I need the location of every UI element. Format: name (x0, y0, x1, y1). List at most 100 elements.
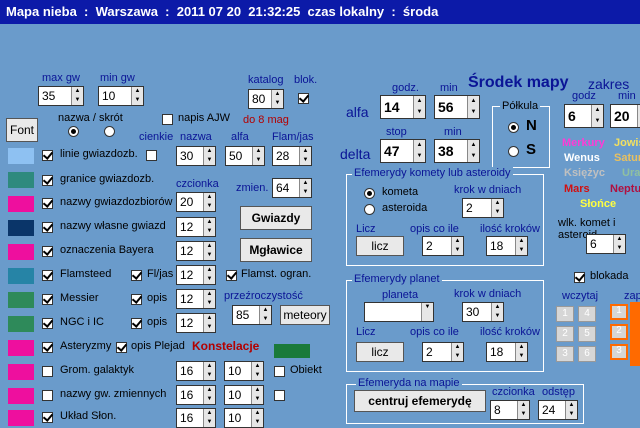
load-slot-5-button[interactable]: 5 (578, 326, 596, 342)
font-size-spinner[interactable]: 12 ▲ ▼ (176, 313, 216, 333)
fljas-checkbox[interactable] (131, 270, 142, 281)
load-slot-6-button[interactable]: 6 (578, 346, 596, 362)
planet-saturn[interactable]: Saturn (614, 152, 640, 164)
font-size-spinner[interactable]: 16 ▲ ▼ (176, 408, 216, 428)
delta-degrees-spinner[interactable]: 47 ▲ ▼ (380, 139, 426, 163)
load-slot-2-button[interactable]: 2 (556, 326, 574, 342)
planet-uran[interactable]: Uran (622, 167, 640, 179)
blokada-checkbox[interactable] (574, 272, 585, 283)
max-gw-spinner[interactable]: 35 ▲ ▼ (38, 86, 84, 106)
color-swatch[interactable] (8, 148, 34, 164)
color-swatch[interactable] (8, 172, 34, 188)
kometa-krok-spinner[interactable]: 2 ▲ ▼ (462, 198, 504, 218)
color-swatch[interactable] (8, 196, 34, 212)
polkula-n-radio[interactable] (508, 122, 519, 133)
cienkie-checkbox[interactable] (146, 150, 157, 161)
efem-odstep-spinner[interactable]: 24 ▲ ▼ (538, 400, 578, 420)
planety-opis-spinner[interactable]: 2 ▲ ▼ (422, 342, 464, 362)
licz-planety-button[interactable]: licz (356, 342, 404, 362)
planet-jowisz[interactable]: Jowisz (614, 137, 640, 149)
delta-minutes-spinner[interactable]: 38 ▲ ▼ (434, 139, 480, 163)
row-checkbox[interactable] (42, 366, 53, 377)
checkbox[interactable] (274, 390, 285, 401)
czcionka-spinner[interactable]: 20 ▲ ▼ (176, 192, 216, 212)
planet-ksiezyc[interactable]: Księżyc (564, 167, 605, 179)
planet-wenus[interactable]: Wenus (564, 152, 600, 164)
load-slot-3-button[interactable]: 3 (556, 346, 574, 362)
alfa-minutes-spinner[interactable]: 56 ▲ ▼ (434, 95, 480, 119)
row-checkbox[interactable] (42, 150, 53, 161)
licz-kometa-button[interactable]: licz (356, 236, 404, 256)
planet-merkury[interactable]: Merkury (562, 137, 605, 149)
color-swatch[interactable] (8, 410, 34, 426)
kometa-ilosc-spinner[interactable]: 18 ▲ ▼ (486, 236, 528, 256)
row-checkbox[interactable] (42, 318, 53, 329)
row-checkbox[interactable] (42, 246, 53, 257)
spinner[interactable]: 10 ▲ ▼ (224, 385, 264, 405)
kometa-radio[interactable] (364, 188, 375, 199)
opis-checkbox[interactable] (131, 294, 142, 305)
flamst-checkbox[interactable] (226, 270, 237, 281)
nazwa-radio[interactable] (68, 126, 79, 137)
zmien-spinner[interactable]: 64 ▲ ▼ (272, 178, 312, 198)
nazwa-spinner[interactable]: 30 ▲ ▼ (176, 146, 216, 166)
planety-ilosc-spinner[interactable]: 18 ▲ ▼ (486, 342, 528, 362)
opis-plejad-checkbox[interactable] (116, 342, 127, 353)
planety-krok-spinner[interactable]: 30 ▲ ▼ (462, 302, 504, 322)
color-swatch[interactable] (8, 388, 34, 404)
font-size-spinner[interactable]: 12 ▲ ▼ (176, 217, 216, 237)
meteory-button[interactable]: meteory (280, 305, 330, 325)
color-swatch[interactable] (8, 244, 34, 260)
planet-slonce[interactable]: Słońce (580, 198, 616, 210)
color-swatch[interactable] (8, 268, 34, 284)
polkula-s-radio[interactable] (508, 146, 519, 157)
alfa-spinner[interactable]: 50 ▲ ▼ (225, 146, 265, 166)
font-size-spinner[interactable]: 12 ▲ ▼ (176, 289, 216, 309)
gwiazdy-button[interactable]: Gwiazdy (240, 206, 312, 230)
save-slot-2-button[interactable]: 2 (610, 324, 628, 340)
asteroida-radio[interactable] (364, 204, 375, 215)
row-checkbox[interactable] (42, 412, 53, 423)
flam-spinner[interactable]: 28 ▲ ▼ (272, 146, 312, 166)
load-slot-1-button[interactable]: 1 (556, 306, 574, 322)
obiekt-checkbox[interactable] (274, 366, 285, 377)
font-size-spinner[interactable]: 12 ▲ ▼ (176, 241, 216, 261)
font-size-spinner[interactable]: 16 ▲ ▼ (176, 385, 216, 405)
row-checkbox[interactable] (42, 175, 53, 186)
font-button[interactable]: Font (6, 118, 38, 142)
row-checkbox[interactable] (42, 198, 53, 209)
font-size-spinner[interactable]: 12 ▲ ▼ (176, 265, 216, 285)
konstelacje-color-swatch[interactable] (274, 344, 310, 358)
wlk-komet-spinner[interactable]: 6 ▲ ▼ (586, 234, 626, 254)
row-checkbox[interactable] (42, 270, 53, 281)
katalog-spinner[interactable]: 80 ▲ ▼ (248, 89, 284, 109)
planet-mars[interactable]: Mars (564, 183, 590, 195)
przezr-spinner[interactable]: 85 ▲ ▼ (232, 305, 272, 325)
row-checkbox[interactable] (42, 294, 53, 305)
zakres-min-spinner[interactable]: 20▲▼ (610, 104, 640, 128)
zakres-godz-spinner[interactable]: 6 ▲ ▼ (564, 104, 604, 128)
row-checkbox[interactable] (42, 390, 53, 401)
row-checkbox[interactable] (42, 222, 53, 233)
blok-checkbox[interactable] (298, 93, 309, 104)
load-slot-4-button[interactable]: 4 (578, 306, 596, 322)
color-swatch[interactable] (8, 220, 34, 236)
mglawice-button[interactable]: Mgławice (240, 238, 312, 262)
kometa-opis-spinner[interactable]: 2 ▲ ▼ (422, 236, 464, 256)
save-slot-3-button[interactable]: 3 (610, 344, 628, 360)
spinner[interactable]: 10 ▲ ▼ (224, 408, 264, 428)
color-swatch[interactable] (8, 340, 34, 356)
napis-ajw-checkbox[interactable] (162, 114, 173, 125)
planet-neptun[interactable]: Neptun (610, 183, 640, 195)
efem-czcionka-spinner[interactable]: 8 ▲ ▼ (490, 400, 530, 420)
save-slot-1-button[interactable]: 1 (610, 304, 628, 320)
planeta-dropdown[interactable]: ▼ (364, 302, 434, 322)
min-gw-spinner[interactable]: 10 ▲ ▼ (98, 86, 144, 106)
opis-checkbox[interactable] (131, 318, 142, 329)
spinner[interactable]: 10 ▲ ▼ (224, 361, 264, 381)
font-size-spinner[interactable]: 16 ▲ ▼ (176, 361, 216, 381)
color-swatch[interactable] (8, 316, 34, 332)
color-swatch[interactable] (8, 292, 34, 308)
alfa-hours-spinner[interactable]: 14 ▲ ▼ (380, 95, 426, 119)
centruj-efemeryde-button[interactable]: centruj efemerydę (354, 390, 486, 412)
